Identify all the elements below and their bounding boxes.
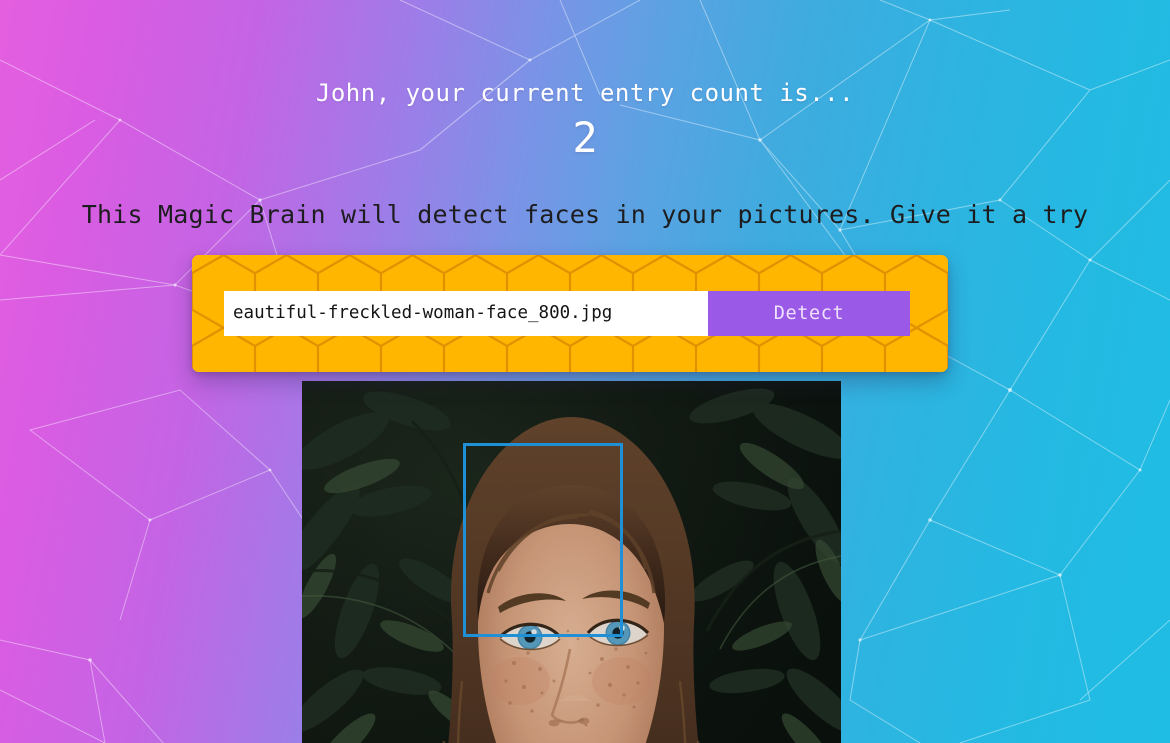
image-url-input[interactable] [224, 291, 708, 336]
entry-count-value: 2 [572, 113, 598, 162]
detect-button[interactable]: Detect [708, 291, 910, 336]
detection-image-stage [302, 381, 841, 743]
entry-count-caption: John, your current entry count is... [315, 79, 855, 107]
image-link-form: Detect [192, 255, 948, 372]
form-row: Detect [224, 291, 910, 336]
page-header: John, your current entry count is... 2 [0, 78, 1170, 166]
tagline: This Magic Brain will detect faces in yo… [81, 200, 1089, 229]
face-bounding-box [463, 443, 623, 637]
